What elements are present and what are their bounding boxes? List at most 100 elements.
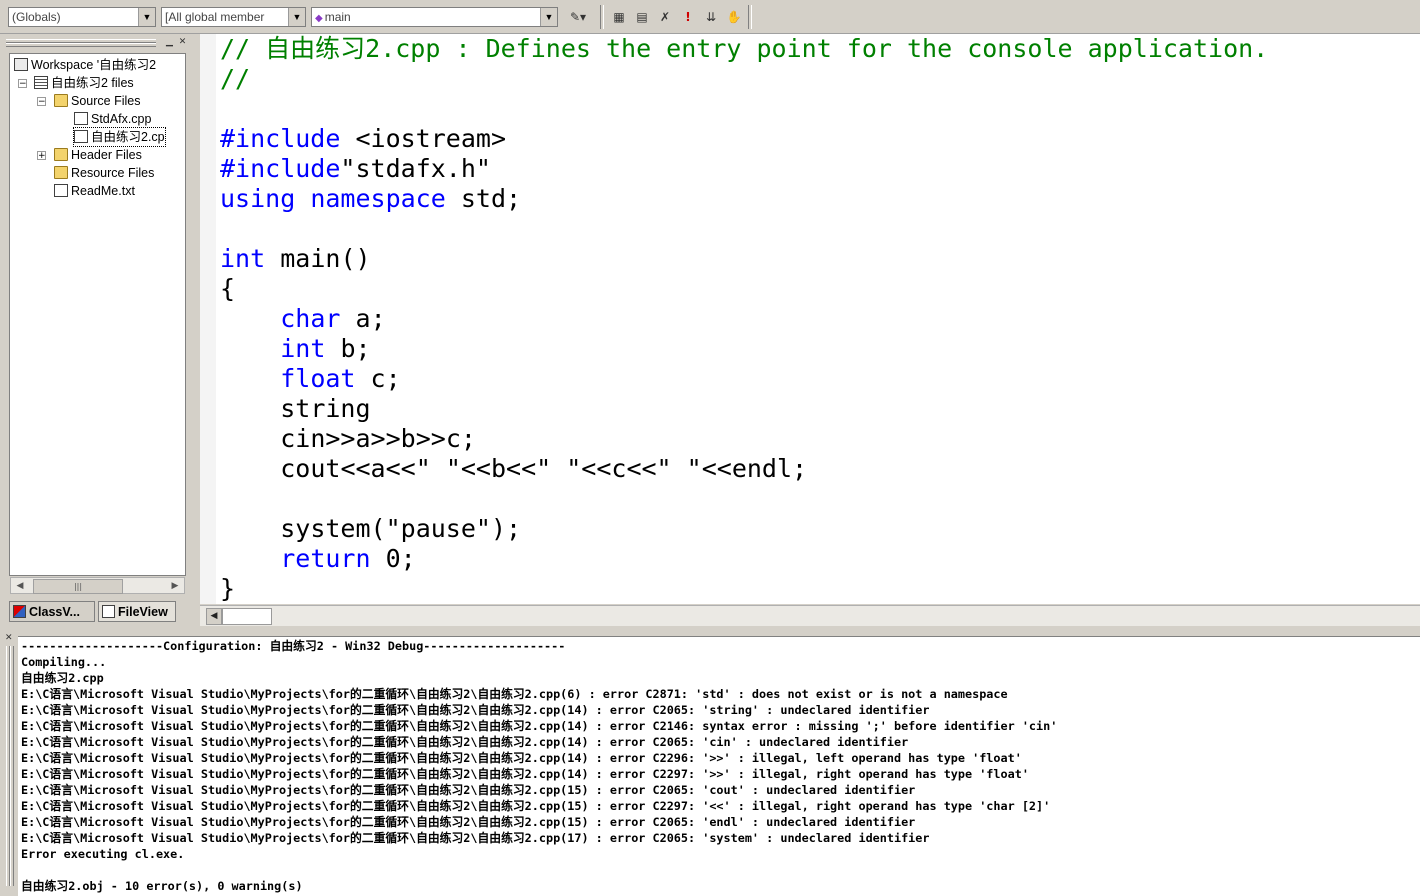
code-line[interactable]: { xyxy=(220,274,1268,304)
scroll-track[interactable] xyxy=(222,608,272,625)
cpp-file-icon xyxy=(74,130,88,143)
code-line[interactable]: // xyxy=(220,64,1268,94)
code-editor[interactable]: // 自由练习2.cpp : Defines the entry point f… xyxy=(200,34,1420,604)
compile-icon[interactable]: ▦ xyxy=(610,8,628,26)
code-token: "); xyxy=(475,514,522,543)
code-line[interactable]: string xyxy=(220,394,1268,424)
execute-icon[interactable]: ! xyxy=(679,8,697,26)
code-line[interactable]: cin>>a>>b>>c; xyxy=(220,424,1268,454)
scroll-left-icon[interactable]: ◀ xyxy=(206,608,222,625)
scroll-thumb[interactable]: ||| xyxy=(33,579,123,594)
tree-node-label: Source Files xyxy=(71,94,141,108)
code-line[interactable]: int b; xyxy=(220,334,1268,364)
panel-grip[interactable] xyxy=(10,646,14,886)
code-token: cin xyxy=(280,424,326,453)
scroll-right-icon[interactable]: ▶ xyxy=(168,579,182,593)
code-token: b xyxy=(400,424,416,453)
tree-node-project[interactable]: 自由练习2 files xyxy=(34,74,134,92)
output-line[interactable]: Compiling... xyxy=(21,654,106,670)
output-line[interactable]: E:\C语言\Microsoft Visual Studio\MyProject… xyxy=(21,734,908,750)
workspace-horizontal-scrollbar[interactable]: ◀ ||| ▶ xyxy=(10,577,185,594)
minimize-icon[interactable]: ▁ xyxy=(164,37,175,48)
go-icon[interactable]: ✋ xyxy=(725,8,743,26)
tree-node-resource-files[interactable]: Resource Files xyxy=(54,164,154,182)
output-line[interactable]: E:\C语言\Microsoft Visual Studio\MyProject… xyxy=(21,686,1008,702)
code-line[interactable]: } xyxy=(220,574,1268,604)
output-line[interactable]: E:\C语言\Microsoft Visual Studio\MyProject… xyxy=(21,830,930,846)
workspace-tabs: ClassV... FileView xyxy=(0,599,195,625)
build-output-window[interactable]: --------------------Configuration: 自由练习2… xyxy=(18,636,1420,896)
stop-build-icon[interactable]: ✗ xyxy=(656,8,674,26)
tree-node-stdafx-cpp[interactable]: StdAfx.cpp xyxy=(74,110,151,128)
scroll-left-icon[interactable]: ◀ xyxy=(13,579,27,593)
code-token: <<" "<< xyxy=(385,454,491,483)
insert-breakpoint-icon[interactable]: ⇊ xyxy=(702,8,720,26)
tab-class-view[interactable]: ClassV... xyxy=(9,601,95,622)
function-combo[interactable]: ◆ main ▼ xyxy=(311,7,558,27)
chevron-down-icon[interactable]: ▼ xyxy=(138,8,155,26)
output-line[interactable]: E:\C语言\Microsoft Visual Studio\MyProject… xyxy=(21,766,1029,782)
code-line[interactable]: using namespace std; xyxy=(220,184,1268,214)
tree-node-workspace[interactable]: Workspace '自由练习2 xyxy=(14,56,156,74)
output-line[interactable]: 自由练习2.cpp xyxy=(21,670,104,686)
tree-node-label: Header Files xyxy=(71,148,142,162)
tab-file-view[interactable]: FileView xyxy=(98,601,176,622)
chevron-down-icon[interactable]: ▼ xyxy=(540,8,557,26)
output-line[interactable]: E:\C语言\Microsoft Visual Studio\MyProject… xyxy=(21,814,915,830)
tree-node-main-cpp[interactable]: 自由练习2.cp xyxy=(73,127,166,147)
code-line[interactable]: #include <iostream> xyxy=(220,124,1268,154)
tree-node-label: Workspace '自由练习2 xyxy=(31,58,157,72)
code-line[interactable]: return 0; xyxy=(220,544,1268,574)
code-token: ; xyxy=(355,334,371,363)
tree-node-header-files[interactable]: Header Files xyxy=(54,146,142,164)
output-line[interactable]: Error executing cl.exe. xyxy=(21,846,184,862)
code-line[interactable]: int main() xyxy=(220,244,1268,274)
code-line[interactable]: #include"stdafx.h" xyxy=(220,154,1268,184)
code-line[interactable] xyxy=(220,484,1268,514)
code-line[interactable]: char a; xyxy=(220,304,1268,334)
source-code[interactable]: // 自由练习2.cpp : Defines the entry point f… xyxy=(220,34,1268,604)
close-icon[interactable]: ✕ xyxy=(5,634,13,643)
chevron-down-icon[interactable]: ▼ xyxy=(288,8,305,26)
toolbar: (Globals) ▼ [All global member ▼ ◆ main ▼… xyxy=(0,0,1420,34)
collapse-icon[interactable]: − xyxy=(37,97,46,107)
output-line[interactable]: E:\C语言\Microsoft Visual Studio\MyProject… xyxy=(21,702,930,718)
code-line[interactable]: cout<<a<<" "<<b<<" "<<c<<" "<<endl; xyxy=(220,454,1268,484)
workspace-tree: Workspace '自由练习2 − 自由练习2 files − Source … xyxy=(9,53,186,576)
output-line[interactable]: E:\C语言\Microsoft Visual Studio\MyProject… xyxy=(21,798,1050,814)
output-line[interactable]: E:\C语言\Microsoft Visual Studio\MyProject… xyxy=(21,750,1022,766)
code-keyword: #include xyxy=(220,124,341,153)
collapse-icon[interactable]: − xyxy=(18,79,27,89)
scope-combo[interactable]: (Globals) ▼ xyxy=(8,7,156,27)
code-line[interactable] xyxy=(220,94,1268,124)
output-line[interactable]: E:\C语言\Microsoft Visual Studio\MyProject… xyxy=(21,782,915,798)
code-token: pause xyxy=(400,514,476,543)
code-line[interactable] xyxy=(220,214,1268,244)
code-line[interactable]: system("pause"); xyxy=(220,514,1268,544)
code-token: " xyxy=(340,154,356,183)
expand-icon[interactable]: + xyxy=(37,151,46,161)
close-icon[interactable]: ✕ xyxy=(177,37,188,48)
wizard-action-icon[interactable]: ✎▾ xyxy=(563,8,593,26)
members-combo[interactable]: [All global member ▼ xyxy=(161,7,306,27)
code-line[interactable]: float c; xyxy=(220,364,1268,394)
tree-node-label: 自由练习2 files xyxy=(51,76,134,90)
code-token: } xyxy=(220,574,236,603)
code-token: >> xyxy=(415,424,446,453)
tree-node-readme[interactable]: ReadMe.txt xyxy=(54,182,135,200)
output-line[interactable]: --------------------Configuration: 自由练习2… xyxy=(21,638,565,654)
output-line[interactable]: 自由练习2.obj - 10 error(s), 0 warning(s) xyxy=(21,878,303,894)
panel-grip[interactable] xyxy=(6,43,156,47)
tree-node-source-files[interactable]: Source Files xyxy=(54,92,140,110)
code-token: ; xyxy=(460,424,476,453)
code-line[interactable]: // 自由练习2.cpp : Defines the entry point f… xyxy=(220,34,1268,64)
build-icon[interactable]: ▤ xyxy=(633,8,651,26)
output-line[interactable]: E:\C语言\Microsoft Visual Studio\MyProject… xyxy=(21,718,1057,734)
editor-horizontal-scrollbar[interactable]: ◀ xyxy=(200,605,1420,626)
